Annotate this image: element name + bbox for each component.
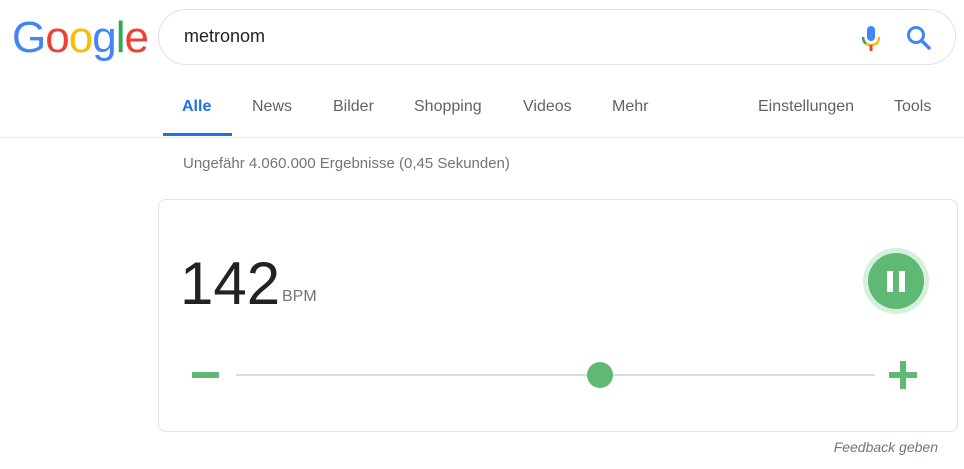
microphone-icon[interactable] [859, 24, 883, 52]
pause-button[interactable] [863, 248, 929, 314]
feedback-link[interactable]: Feedback geben [834, 439, 938, 455]
pause-bar [887, 271, 893, 292]
bpm-slider-thumb[interactable] [587, 362, 614, 388]
logo-letter: o [68, 13, 94, 62]
tab-bilder[interactable]: Bilder [333, 98, 374, 116]
tab-videos[interactable]: Videos [523, 98, 572, 116]
tab-alle[interactable]: Alle [182, 98, 211, 116]
pause-icon [868, 253, 924, 309]
logo-letter: e [124, 13, 149, 62]
metronome-card: 142 BPM [158, 199, 958, 432]
decrease-bpm-button[interactable] [190, 360, 220, 390]
search-tabs: Alle News Bilder Shopping Videos Mehr Ei… [0, 84, 964, 138]
search-icon[interactable] [905, 24, 933, 52]
logo-letter: l [115, 13, 126, 62]
tab-mehr[interactable]: Mehr [612, 98, 648, 116]
tab-einstellungen[interactable]: Einstellungen [758, 98, 854, 116]
search-input[interactable]: metronom [184, 26, 265, 47]
active-tab-indicator [163, 133, 232, 136]
logo-letter: G [12, 13, 46, 62]
tab-shopping[interactable]: Shopping [414, 98, 482, 116]
tab-news[interactable]: News [252, 98, 292, 116]
search-box[interactable]: metronom [158, 9, 956, 65]
pause-bar [899, 271, 905, 292]
bpm-value: 142 [180, 250, 281, 317]
bpm-slider[interactable] [236, 362, 875, 388]
tab-tools[interactable]: Tools [894, 98, 931, 116]
bpm-unit: BPM [282, 288, 317, 305]
result-stats: Ungefähr 4.060.000 Ergebnisse (0,45 Seku… [183, 155, 510, 172]
google-logo[interactable]: Google [12, 13, 149, 62]
increase-bpm-button[interactable] [887, 360, 919, 392]
logo-letter: g [92, 13, 117, 62]
logo-letter: o [45, 13, 70, 62]
